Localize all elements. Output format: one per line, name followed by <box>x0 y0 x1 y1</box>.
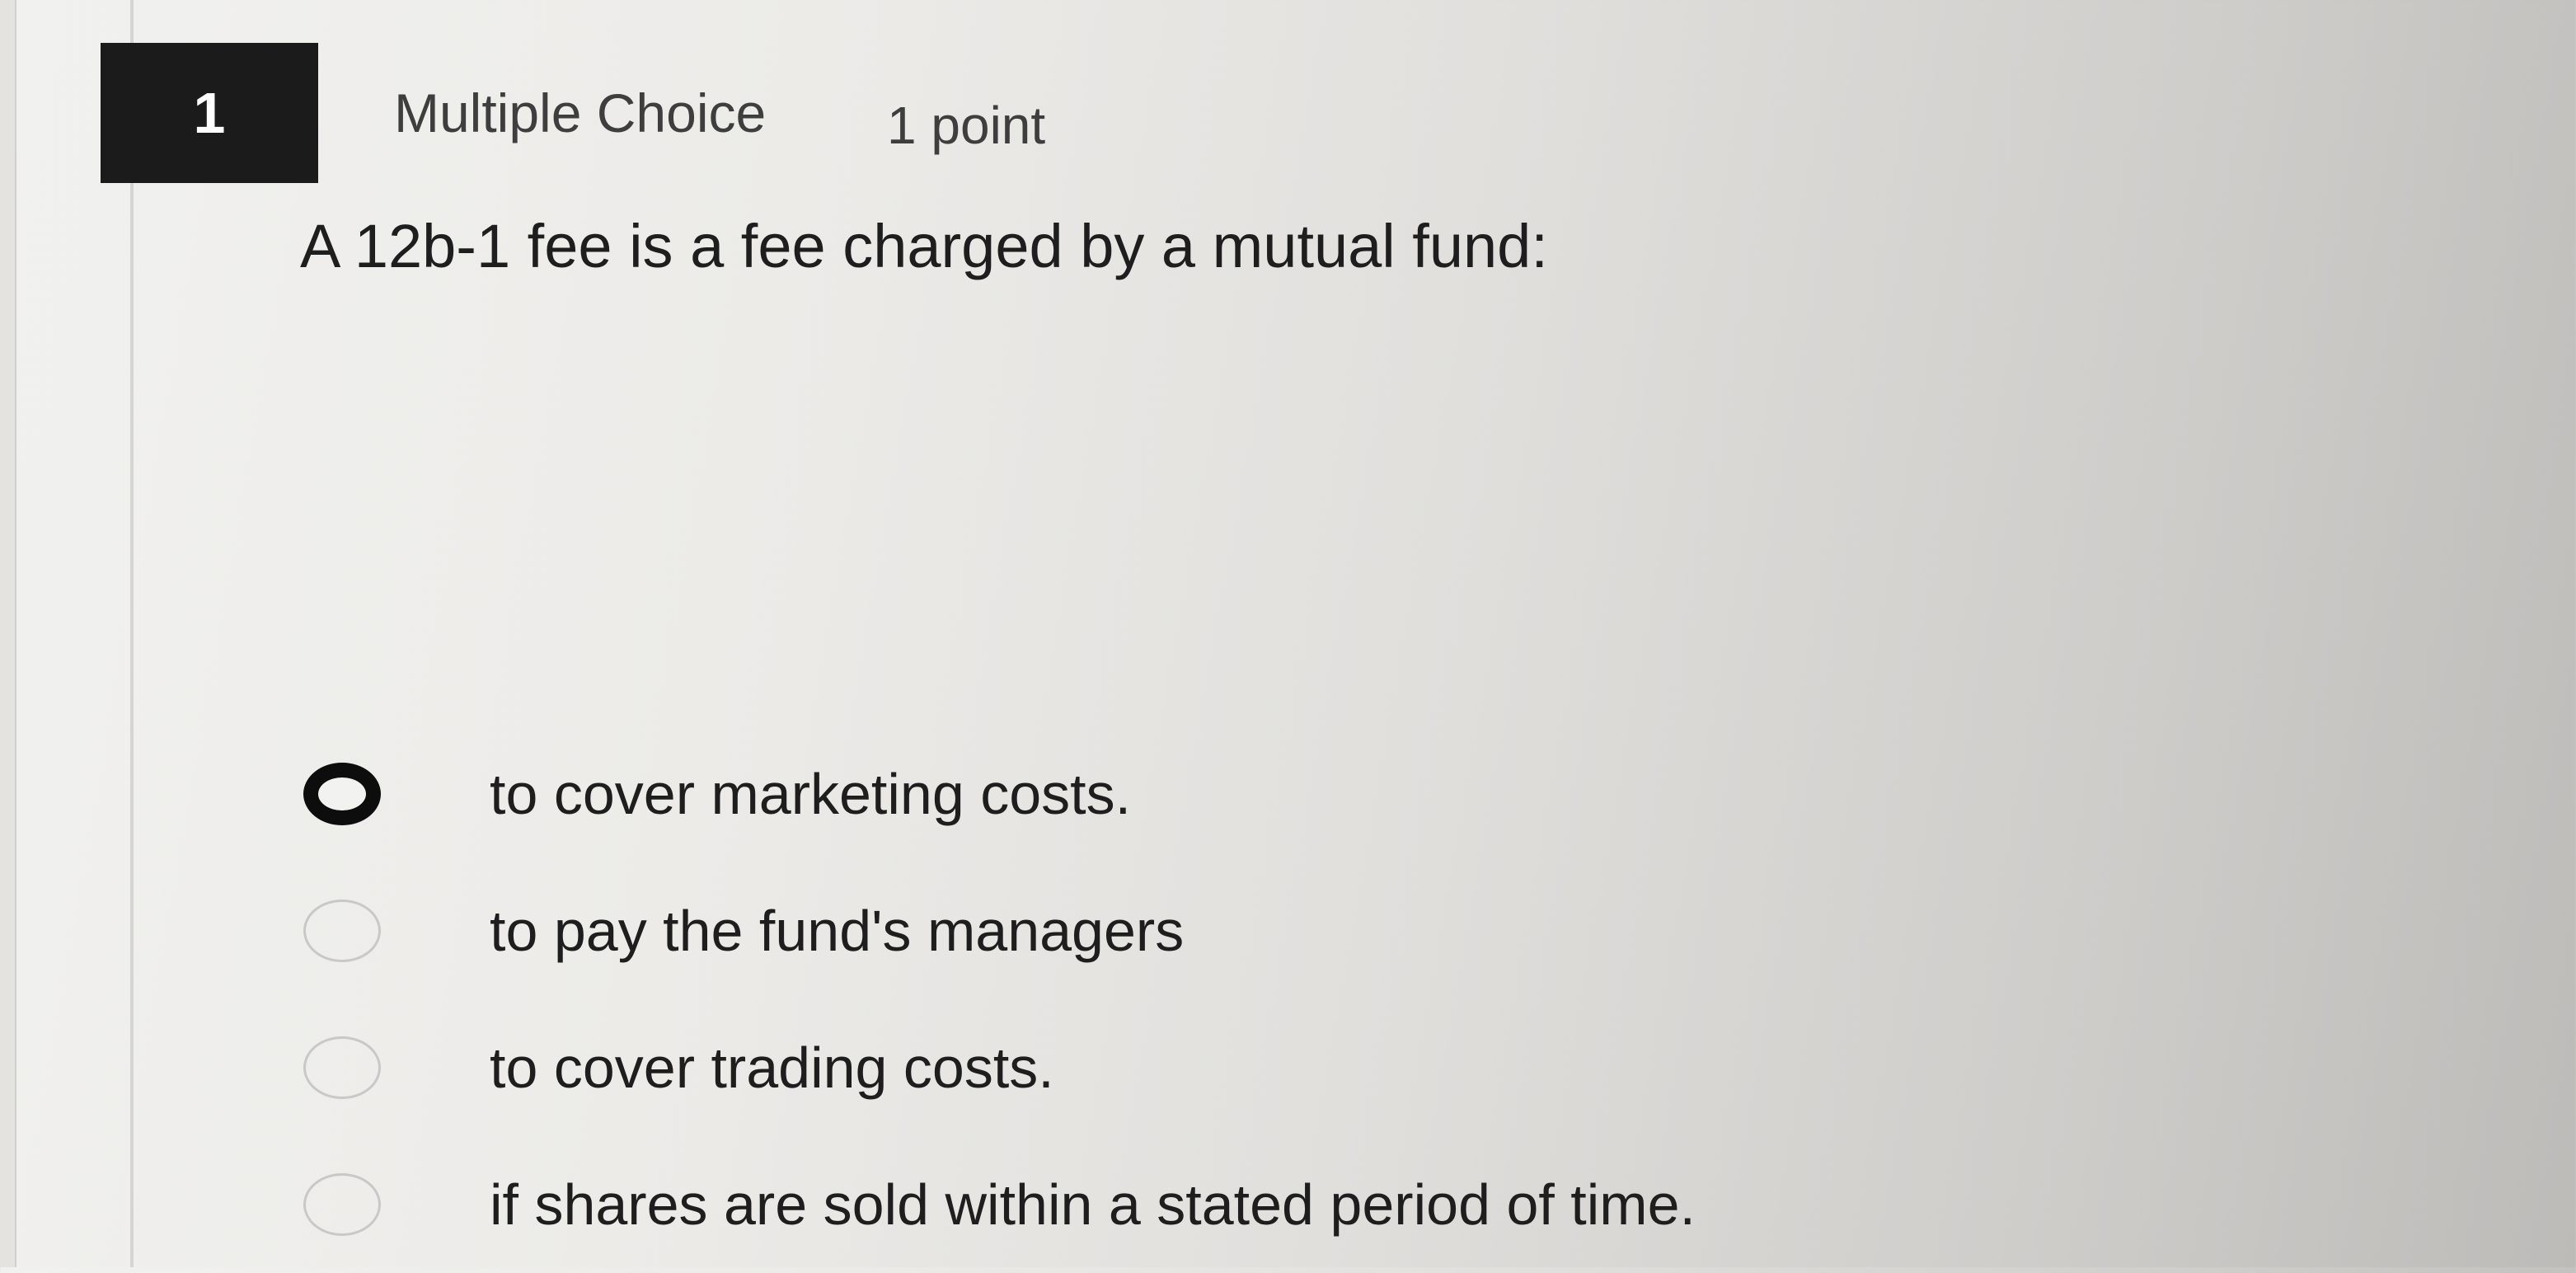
question-points-label: 1 point <box>887 96 1046 155</box>
answer-options: to cover marketing costs. to pay the fun… <box>303 726 2199 1273</box>
radio-button[interactable] <box>303 1173 381 1236</box>
left-border <box>0 0 16 1267</box>
radio-button[interactable] <box>303 900 381 962</box>
radio-button-selected[interactable] <box>303 763 381 825</box>
question-number-badge: 1 <box>101 43 318 183</box>
answer-option-label[interactable]: to cover trading costs. <box>490 1039 1054 1097</box>
answer-option-4[interactable]: if shares are sold within a stated perio… <box>303 1136 2199 1273</box>
answer-option-1[interactable]: to cover marketing costs. <box>303 726 2199 862</box>
page-edge <box>130 0 134 1267</box>
answer-option-label[interactable]: if shares are sold within a stated perio… <box>490 1176 1696 1233</box>
answer-option-label[interactable]: to pay the fund's managers <box>490 902 1184 960</box>
answer-option-2[interactable]: to pay the fund's managers <box>303 862 2199 999</box>
question-type-label: Multiple Choice <box>394 82 767 143</box>
answer-option-3[interactable]: to cover trading costs. <box>303 999 2199 1136</box>
radio-button[interactable] <box>303 1036 381 1099</box>
question-text: A 12b-1 fee is a fee charged by a mutual… <box>300 212 1548 280</box>
answer-option-label[interactable]: to cover marketing costs. <box>490 765 1131 823</box>
